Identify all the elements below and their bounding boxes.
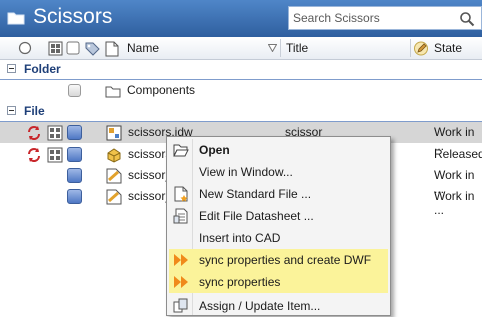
menu-item-label: New Standard File ... [199,187,312,201]
group-header-file[interactable]: File [0,102,482,122]
context-menu: Open View in Window... New Standard File… [166,136,391,316]
column-header: Name Title State [0,37,482,60]
menu-item-label: sync properties and create DWF [199,253,372,267]
group-label: File [24,104,45,118]
assembly-file-icon [107,148,121,163]
checkbox-column-icon[interactable] [66,41,80,55]
menu-item-assign-update-item[interactable]: Assign / Update Item... [169,295,388,317]
menu-item-label: Assign / Update Item... [199,299,321,313]
new-file-icon [174,186,188,202]
menu-item-new-standard-file[interactable]: New Standard File ... [169,183,388,205]
state-checkbox[interactable] [67,125,82,140]
file-name: scissors [128,147,172,161]
refresh-arrows-icon[interactable] [26,125,42,141]
grid-column-icon[interactable] [48,41,63,56]
open-folder-icon [173,144,189,157]
part-file-icon [106,189,122,205]
grid-status-icon [47,125,63,141]
row-checkbox[interactable] [68,84,81,97]
name-column-header[interactable]: Name [127,41,159,55]
search-input[interactable]: Search Scissors [293,11,380,25]
menu-item-view-in-window[interactable]: View in Window... [169,161,388,183]
column-separator[interactable] [410,39,411,57]
run-arrows-icon [174,276,188,288]
menu-item-label: Edit File Datasheet ... [199,209,314,223]
drawing-file-icon [106,125,122,141]
menu-item-label: Open [199,143,230,157]
group-header-folder[interactable]: Folder [0,60,482,80]
search-icon[interactable] [459,11,475,27]
state-checkbox[interactable] [67,168,82,183]
menu-item-label: Insert into CAD [199,231,281,245]
menu-item-insert-into-cad[interactable]: Insert into CAD [169,227,388,249]
document-column-icon[interactable] [105,41,119,57]
state-checkbox[interactable] [67,147,82,162]
group-label: Folder [24,62,61,76]
status-column-icon[interactable] [18,41,32,55]
menu-item-label: View in Window... [199,165,293,179]
menu-item-label: sync properties [199,275,281,289]
collapse-toggle-icon[interactable] [7,106,16,115]
file-name: Components [127,83,196,97]
tag-icon[interactable] [84,41,101,56]
sort-indicator-icon [268,44,277,52]
title-column-header[interactable]: Title [286,41,308,55]
table-row[interactable]: Components [0,80,482,101]
assign-icon [173,298,188,313]
window-title: Scissors [33,5,113,28]
collapse-toggle-icon[interactable] [7,64,16,73]
title-bar: Scissors Search Scissors [0,0,482,37]
folder-icon [105,86,121,98]
file-state: Work in ... [434,189,475,217]
folder-icon [7,12,25,25]
refresh-arrows-icon[interactable] [26,147,42,163]
menu-item-open[interactable]: Open [169,139,388,161]
file-state: Released [434,147,482,161]
datasheet-icon [173,208,188,224]
search-box[interactable]: Search Scissors [288,6,482,30]
state-column-header[interactable]: State [434,41,462,55]
edit-pencil-icon[interactable] [414,41,429,56]
column-separator[interactable] [280,39,281,57]
menu-item-sync-properties[interactable]: sync properties [169,271,388,293]
grid-status-icon [47,147,63,163]
run-arrows-icon [174,254,188,266]
menu-item-sync-properties-and-create-dwf[interactable]: sync properties and create DWF [169,249,388,271]
menu-item-edit-file-datasheet[interactable]: Edit File Datasheet ... [169,205,388,227]
state-checkbox[interactable] [67,189,82,204]
part-file-icon [106,168,122,184]
